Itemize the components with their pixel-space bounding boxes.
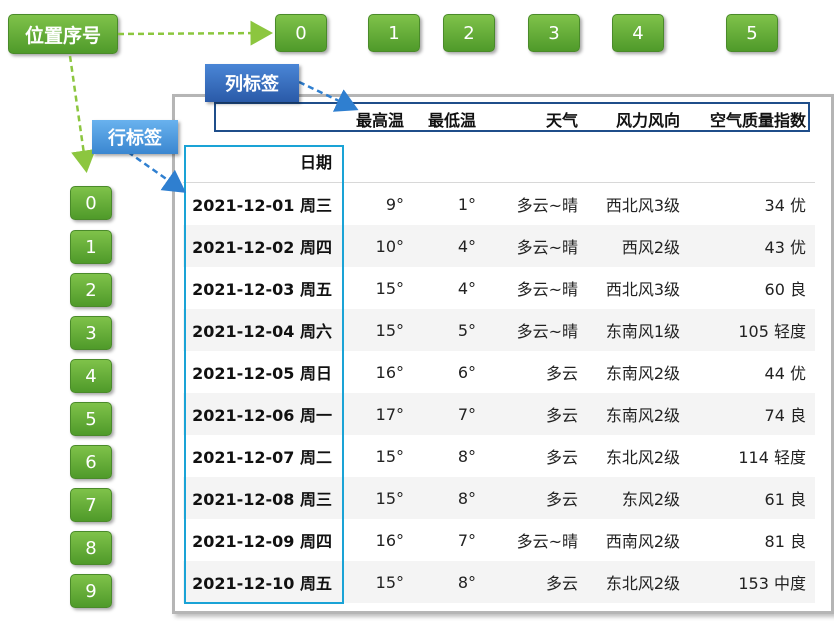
cell-min-temp: 8°: [457, 572, 476, 592]
cell-wind: 东南风2级: [605, 406, 680, 425]
row-position-2: 2: [70, 273, 112, 307]
column-position-0: 0: [275, 14, 327, 52]
cell-wind: 东南风1级: [605, 322, 680, 341]
row-position-0: 0: [70, 186, 112, 220]
cell-min-temp: 4°: [457, 236, 476, 256]
cell-aqi: 105 轻度: [738, 322, 806, 341]
column-labels-highlight: [214, 102, 810, 132]
row-position-1: 1: [70, 230, 112, 264]
cell-aqi: 34 优: [764, 196, 806, 215]
cell-max-temp: 15°: [375, 278, 404, 298]
cell-max-temp: 16°: [375, 362, 404, 382]
cell-wind: 东南风2级: [605, 364, 680, 383]
cell-max-temp: 15°: [375, 320, 404, 340]
column-position-5: 5: [726, 14, 778, 52]
cell-aqi: 114 轻度: [738, 448, 806, 467]
cell-min-temp: 1°: [457, 194, 476, 214]
cell-wind: 西北风3级: [605, 280, 680, 299]
position-index-label: 位置序号: [8, 14, 118, 54]
cell-weather: 多云~晴: [516, 280, 578, 299]
cell-min-temp: 4°: [457, 278, 476, 298]
cell-weather: 多云: [545, 574, 578, 593]
cell-min-temp: 8°: [457, 488, 476, 508]
cell-min-temp: 7°: [457, 404, 476, 424]
cell-wind: 东北风2级: [605, 574, 680, 593]
cell-aqi: 44 优: [764, 364, 806, 383]
cell-min-temp: 5°: [457, 320, 476, 340]
column-position-2: 2: [443, 14, 495, 52]
column-position-3: 3: [528, 14, 580, 52]
row-position-8: 8: [70, 531, 112, 565]
cell-aqi: 153 中度: [738, 574, 806, 593]
cell-wind: 东风2级: [621, 490, 680, 509]
cell-weather: 多云: [545, 448, 578, 467]
cell-weather: 多云~晴: [516, 196, 578, 215]
column-label-callout: 列标签: [205, 64, 299, 102]
cell-max-temp: 10°: [375, 236, 404, 256]
row-position-5: 5: [70, 402, 112, 436]
row-label-callout: 行标签: [92, 120, 178, 154]
cell-min-temp: 7°: [457, 530, 476, 550]
cell-wind: 东北风2级: [605, 448, 680, 467]
cell-aqi: 60 良: [764, 280, 806, 299]
cell-wind: 西南风2级: [605, 532, 680, 551]
arrow-to-column-positions: [117, 20, 273, 46]
cell-min-temp: 8°: [457, 446, 476, 466]
column-position-1: 1: [368, 14, 420, 52]
row-labels-highlight: [184, 145, 344, 604]
cell-weather: 多云~晴: [516, 238, 578, 257]
cell-max-temp: 15°: [375, 446, 404, 466]
cell-aqi: 81 良: [764, 532, 806, 551]
row-position-3: 3: [70, 316, 112, 350]
cell-min-temp: 6°: [457, 362, 476, 382]
cell-weather: 多云~晴: [516, 322, 578, 341]
cell-aqi: 61 良: [764, 490, 806, 509]
row-position-6: 6: [70, 445, 112, 479]
cell-max-temp: 9°: [385, 194, 404, 214]
cell-max-temp: 15°: [375, 488, 404, 508]
cell-aqi: 74 良: [764, 406, 806, 425]
cell-weather: 多云: [545, 406, 578, 425]
column-position-4: 4: [612, 14, 664, 52]
arrow-to-row-positions: [68, 55, 96, 173]
cell-weather: 多云: [545, 490, 578, 509]
row-position-4: 4: [70, 359, 112, 393]
cell-max-temp: 17°: [375, 404, 404, 424]
cell-wind: 西北风3级: [605, 196, 680, 215]
cell-weather: 多云~晴: [516, 532, 578, 551]
cell-aqi: 43 优: [764, 238, 806, 257]
row-position-7: 7: [70, 488, 112, 522]
cell-max-temp: 16°: [375, 530, 404, 550]
cell-max-temp: 15°: [375, 572, 404, 592]
cell-wind: 西风2级: [621, 238, 680, 257]
cell-weather: 多云: [545, 364, 578, 383]
row-position-9: 9: [70, 574, 112, 608]
